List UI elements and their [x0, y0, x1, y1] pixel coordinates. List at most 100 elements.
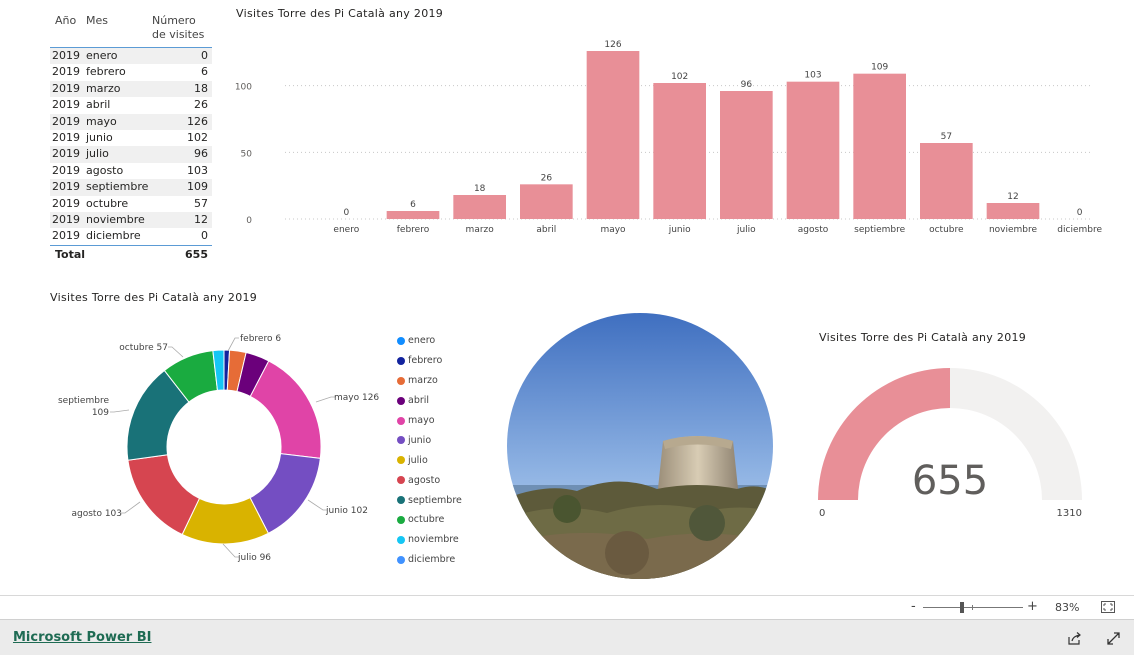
y-tick-label: 0	[246, 216, 252, 226]
zoom-level: 83%	[1055, 601, 1080, 614]
cell-visits: 0	[201, 49, 208, 62]
x-tick-label: mayo	[600, 225, 626, 235]
gauge-chart[interactable]: 655 0 1310	[800, 350, 1100, 530]
cell-month: mayo	[86, 114, 117, 128]
zoom-slider-track[interactable]	[923, 607, 1023, 608]
bar-data-label: 0	[1077, 208, 1083, 218]
donut-chart[interactable]: febrero 6 mayo 126 junio 102 julio 96 agosto…	[45, 320, 390, 580]
bar-data-label: 109	[871, 63, 888, 73]
footer: Microsoft Power BI	[0, 619, 1134, 655]
legend-label: junio	[408, 434, 432, 446]
bar[interactable]	[786, 81, 840, 219]
cell-visits: 0	[201, 229, 208, 243]
legend-item[interactable]: enero	[397, 331, 462, 351]
bar[interactable]	[520, 184, 573, 219]
legend-item[interactable]: septiembre	[397, 490, 462, 510]
legend-item[interactable]: abril	[397, 391, 462, 411]
legend-item[interactable]: junio	[397, 430, 462, 450]
legend-item[interactable]: mayo	[397, 411, 462, 431]
bar[interactable]	[453, 195, 506, 219]
table-row[interactable]: 2019 junio 102	[50, 130, 212, 146]
table-row[interactable]: 2019 marzo 18	[50, 80, 212, 98]
bar[interactable]	[720, 91, 773, 219]
cell-visits: 102	[187, 130, 208, 144]
bar[interactable]	[653, 83, 706, 219]
cell-visits: 96	[194, 147, 208, 161]
legend-marker	[397, 396, 405, 405]
bar[interactable]	[853, 73, 906, 219]
x-tick-label: diciembre	[1057, 225, 1102, 235]
bar[interactable]	[586, 51, 640, 219]
zoom-out-button[interactable]: -	[911, 599, 916, 614]
bar-data-label: 103	[804, 71, 821, 81]
bar-data-label: 6	[410, 200, 416, 210]
legend-item[interactable]: agosto	[397, 470, 462, 490]
cell-year: 2019	[52, 65, 80, 79]
header-month[interactable]: Mes	[84, 8, 148, 47]
legend-item[interactable]: julio	[397, 450, 462, 470]
legend-item[interactable]: marzo	[397, 371, 462, 391]
table-row[interactable]: 2019 febrero 6	[50, 64, 212, 80]
bar-chart[interactable]: 0 50 100 0 enero 6 febrero 18 marzo 26 abril 126 may…	[230, 30, 1110, 290]
share-icon[interactable]	[1067, 631, 1082, 646]
legend-marker	[397, 456, 405, 465]
table-row[interactable]: 2019 octubre 57	[50, 196, 212, 212]
table-row[interactable]: 2019 abril 26	[50, 97, 212, 113]
expand-icon[interactable]	[1106, 631, 1121, 646]
callout-leader-line	[110, 409, 130, 413]
gauge-max-label: 1310	[1057, 508, 1082, 519]
table-row[interactable]: 2019 diciembre 0	[50, 228, 212, 244]
legend-label: noviembre	[408, 534, 459, 546]
bar-data-label: 26	[541, 173, 553, 183]
donut-slice[interactable]	[249, 360, 322, 459]
zoom-in-button[interactable]: +	[1027, 599, 1038, 614]
callout-leader-line	[307, 499, 327, 511]
cell-visits: 103	[187, 163, 208, 177]
cell-year: 2019	[52, 130, 80, 144]
bar[interactable]	[986, 203, 1040, 219]
donut-callout-label: julio 96	[237, 553, 271, 563]
cell-month: febrero	[86, 65, 126, 79]
legend-marker	[397, 376, 405, 385]
cell-year: 2019	[52, 114, 80, 128]
cell-month: agosto	[86, 163, 124, 177]
legend-label: julio	[408, 454, 428, 466]
legend-label: diciembre	[408, 554, 456, 566]
header-year[interactable]: Año	[50, 8, 84, 47]
legend-item[interactable]: diciembre	[397, 550, 462, 570]
legend-label: marzo	[408, 375, 438, 387]
legend-item[interactable]: octubre	[397, 510, 462, 530]
bar[interactable]	[920, 143, 973, 219]
table-row[interactable]: 2019 enero 0	[50, 48, 212, 65]
cell-month: abril	[86, 98, 111, 112]
bar[interactable]	[386, 211, 440, 219]
fit-to-page-icon[interactable]	[1101, 601, 1115, 613]
cell-year: 2019	[52, 147, 80, 161]
donut-callout-label: octubre 57	[119, 343, 168, 353]
table-row[interactable]: 2019 julio 96	[50, 146, 212, 163]
cell-year: 2019	[52, 81, 80, 95]
table-row[interactable]: 2019 septiembre 109	[50, 179, 212, 196]
gauge-min-label: 0	[819, 508, 825, 519]
table-row[interactable]: 2019 noviembre 12	[50, 211, 212, 229]
x-tick-label: agosto	[798, 225, 829, 235]
gauge-title: Visites Torre des Pi Català any 2019	[819, 331, 1027, 344]
cell-month: septiembre	[86, 180, 149, 194]
legend-item[interactable]: noviembre	[397, 530, 462, 550]
table-row[interactable]: 2019 agosto 103	[50, 163, 212, 179]
donut-callout-label: agosto 103	[72, 509, 123, 519]
cell-month: diciembre	[86, 229, 141, 243]
cell-month: noviembre	[86, 212, 145, 226]
cell-year: 2019	[52, 98, 80, 112]
x-tick-label: marzo	[466, 225, 495, 235]
legend-item[interactable]: febrero	[397, 351, 462, 371]
table-row[interactable]: 2019 mayo 126	[50, 113, 212, 130]
cell-year: 2019	[52, 196, 80, 210]
cell-visits: 57	[194, 196, 208, 210]
header-visits[interactable]: Número de visites	[148, 8, 212, 47]
legend-marker	[397, 496, 405, 505]
power-bi-link[interactable]: Microsoft Power BI	[13, 630, 151, 645]
tower-photo	[507, 313, 773, 579]
zoom-slider-thumb[interactable]	[960, 602, 964, 613]
callout-leader-line	[168, 346, 184, 358]
